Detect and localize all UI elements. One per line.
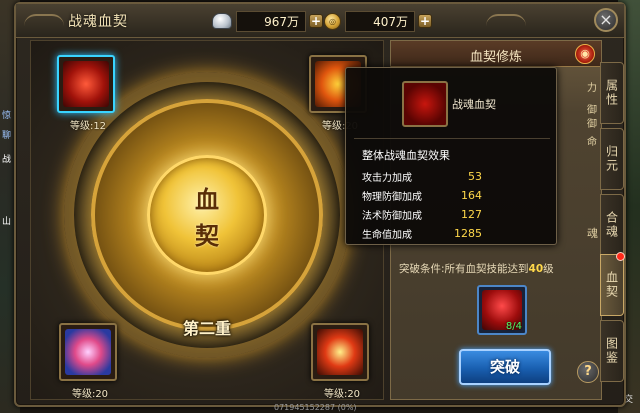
blood-pact-emblem-icon xyxy=(402,81,448,127)
silver-ingot-icon xyxy=(212,13,232,29)
condition-prefix: 突破条件:所有血契技能达到 xyxy=(399,263,529,275)
slot-level: 等级:20 xyxy=(71,389,109,400)
tab-label: 合魂 xyxy=(604,211,619,239)
tooltip-effect-title: 整体战魂血契效果 xyxy=(362,149,450,162)
stat-value: 164 xyxy=(461,189,482,202)
stat-row: 物理防御加成 164 xyxy=(362,186,552,205)
stat-row: 生命值加成 1285 xyxy=(362,224,552,243)
close-button[interactable]: × xyxy=(594,8,618,32)
backdrop-text: 聊 xyxy=(2,131,12,141)
tab-return[interactable]: 归元 xyxy=(600,128,624,190)
blood-pact-emblem-icon: ◉ xyxy=(575,44,595,64)
stat-label: 攻击力加成 xyxy=(362,173,412,184)
backdrop-text: 战 xyxy=(2,155,12,165)
cultivation-title: 血契修炼 xyxy=(469,50,522,65)
partial-stat-text: 御 xyxy=(587,119,597,130)
crossed-swords-icon xyxy=(63,61,109,107)
backdrop-text: 山 xyxy=(2,217,12,227)
partial-stat-text: 御 xyxy=(587,105,597,116)
gold-currency: ◎ 407万 + xyxy=(324,10,432,32)
notification-dot-icon xyxy=(616,252,625,261)
tooltip-skill-name: 战魂血契 xyxy=(452,98,496,111)
gold-coin-icon: ◎ xyxy=(324,12,341,30)
title-ornament-left xyxy=(24,14,64,26)
experience-readout: 071945152287 (0%) xyxy=(274,403,357,412)
slot-level: 等级:20 xyxy=(323,389,361,400)
window-title: 战魂血契 xyxy=(68,14,128,30)
seal-core[interactable]: 血 契 xyxy=(147,155,267,275)
tab-label: 属性 xyxy=(604,79,619,107)
silver-currency: 967万 + xyxy=(212,10,323,32)
stat-row: 法术防御加成 127 xyxy=(362,205,552,224)
stat-label: 生命值加成 xyxy=(362,230,412,241)
stat-label: 物理防御加成 xyxy=(362,192,422,203)
help-button[interactable]: ? xyxy=(577,361,599,383)
tab-label: 归元 xyxy=(604,145,619,173)
gold-amount: 407万 xyxy=(345,10,415,32)
tab-label: 血契 xyxy=(604,271,619,299)
add-silver-button[interactable]: + xyxy=(309,14,323,28)
required-item-slot[interactable]: 8/4 xyxy=(477,285,527,335)
backdrop-text: 惊 xyxy=(2,111,12,121)
tooltip-divider xyxy=(354,138,550,139)
seal-char-blood: 血 xyxy=(195,185,219,214)
crystal-shield-icon xyxy=(65,329,111,375)
tab-attributes[interactable]: 属性 xyxy=(600,62,624,124)
stat-value: 53 xyxy=(468,170,482,183)
tooltip-stat-list: 攻击力加成 53 物理防御加成 164 法术防御加成 127 生命值加成 1285 xyxy=(362,167,552,243)
skill-tooltip: 战魂血契 整体战魂血契效果 攻击力加成 53 物理防御加成 164 法术防御加成 12… xyxy=(345,67,557,245)
stat-label: 法术防御加成 xyxy=(362,211,422,222)
tab-blood-pact[interactable]: 血契 xyxy=(600,252,625,316)
condition-level: 40 xyxy=(528,263,544,275)
breakthrough-condition: 突破条件:所有血契技能达到40级 xyxy=(399,261,599,276)
title-ornament-right xyxy=(486,14,526,26)
slot-level: 等级:12 xyxy=(69,121,107,132)
title-bar: 战魂血契 967万 + ◎ 407万 + × xyxy=(16,4,624,38)
condition-suffix: 级 xyxy=(543,263,554,275)
stat-value: 127 xyxy=(461,208,482,221)
red-sprout-icon xyxy=(317,329,363,375)
cultivation-header: 血契修炼 ◉ xyxy=(391,41,601,67)
partial-stat-text: 力 xyxy=(587,83,597,94)
skill-slot-red-sprout[interactable]: 等级:20 xyxy=(311,323,369,399)
silver-amount: 967万 xyxy=(236,10,306,32)
tab-codex[interactable]: 图鉴 xyxy=(600,320,624,382)
skill-slot-crystal-shield[interactable]: 等级:20 xyxy=(59,323,117,399)
seal-char-pact: 契 xyxy=(195,221,219,250)
stat-value: 1285 xyxy=(454,227,482,240)
breakthrough-button[interactable]: 突破 xyxy=(459,349,551,385)
partial-stat-text: 魂 xyxy=(587,227,598,240)
tab-label: 图鉴 xyxy=(604,337,619,365)
add-gold-button[interactable]: + xyxy=(418,14,432,28)
skill-slot-crossed-swords[interactable]: 等级:12 xyxy=(57,55,115,132)
required-item-count: 8/4 xyxy=(505,321,522,332)
partial-stat-text: 命 xyxy=(587,137,597,148)
blood-pact-seal-panel: 血 契 第二重 等级:12 等级:20 等级:20 等级:20 xyxy=(30,40,384,400)
stat-row: 攻击力加成 53 xyxy=(362,167,552,186)
tab-merge-soul[interactable]: 合魂 xyxy=(600,194,624,256)
